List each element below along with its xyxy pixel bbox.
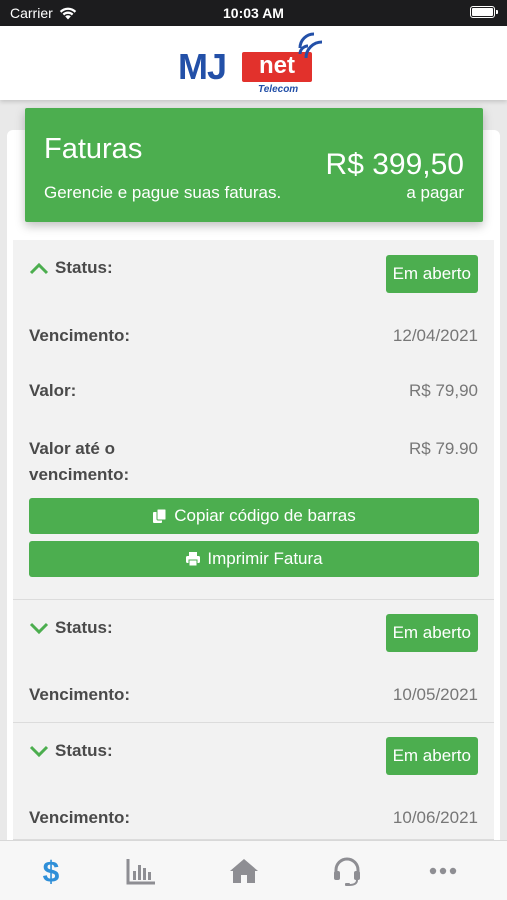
amount-label: Valor: (29, 381, 77, 400)
clock: 10:03 AM (223, 5, 284, 21)
total-amount: R$ 399,50 (325, 148, 464, 181)
due-date-value: 12/04/2021 (392, 326, 478, 345)
print-icon (186, 552, 201, 567)
invoice-item: Status: Em aberto Vencimento: 10/06/2021 (13, 723, 494, 840)
copy-icon (153, 508, 167, 523)
more-icon (429, 867, 456, 875)
invoice-item: Status: Em aberto Vencimento: 10/05/2021 (13, 600, 494, 723)
due-date-label: Vencimento: (29, 685, 131, 704)
due-date-label: Vencimento: (29, 808, 131, 827)
page-title: Faturas (44, 133, 143, 165)
bottom-tab-bar: $ (0, 840, 507, 900)
status-label: Status: (55, 618, 113, 637)
chevron-up-icon[interactable] (29, 261, 49, 275)
status-badge: Em aberto (385, 255, 478, 293)
total-amount-label: a pagar (406, 183, 464, 202)
signal-waves-icon (298, 32, 323, 59)
invoices-banner: Faturas Gerencie e pague suas faturas. R… (25, 108, 483, 222)
page-subtitle: Gerencie e pague suas faturas. (44, 183, 282, 202)
print-invoice-label: Imprimir Fatura (207, 549, 323, 568)
battery-icon (470, 6, 498, 18)
home-icon (229, 859, 258, 883)
headset-icon (333, 857, 360, 886)
status-label: Status: (55, 258, 113, 277)
status-label: Status: (55, 741, 113, 760)
amount-due-value: R$ 79.90 (409, 439, 478, 458)
amount-due-label-line2: vencimento: (29, 465, 130, 484)
due-date-row: Vencimento: 10/06/2021 (29, 808, 478, 828)
tab-home[interactable] (193, 841, 294, 900)
dollar-icon: $ (42, 856, 59, 887)
due-date-label: Vencimento: (29, 326, 131, 345)
due-date-row: Vencimento: 10/05/2021 (29, 685, 478, 705)
print-invoice-button[interactable]: Imprimir Fatura (29, 541, 479, 577)
due-date-row: Vencimento: 12/04/2021 (29, 326, 478, 346)
svg-text:$: $ (42, 856, 59, 887)
status-badge: Em aberto (385, 614, 478, 652)
tab-invoices[interactable]: $ (0, 841, 101, 900)
status-badge: Em aberto (385, 737, 478, 775)
amount-value: R$ 79,90 (409, 381, 478, 400)
app-header: MJ net Telecom (0, 26, 507, 100)
due-date-value: 10/06/2021 (392, 808, 478, 827)
chevron-down-icon[interactable] (29, 744, 49, 758)
status-bar: Carrier 10:03 AM (0, 0, 507, 26)
copy-barcode-button[interactable]: Copiar código de barras (29, 498, 479, 534)
copy-barcode-label: Copiar código de barras (174, 506, 356, 525)
tab-consumption[interactable] (90, 841, 191, 900)
amount-row: Valor: R$ 79,90 (29, 381, 478, 401)
invoice-item: Status: Em aberto Vencimento: 12/04/2021… (13, 240, 494, 600)
amount-due-row: Valor até o vencimento: R$ 79.90 (29, 436, 478, 488)
mjnet-logo: MJ net Telecom (178, 30, 330, 96)
due-date-value: 10/05/2021 (392, 685, 478, 704)
tab-support[interactable] (296, 841, 397, 900)
chevron-down-icon[interactable] (29, 621, 49, 635)
chart-icon (126, 859, 155, 885)
tab-more[interactable] (392, 841, 493, 900)
